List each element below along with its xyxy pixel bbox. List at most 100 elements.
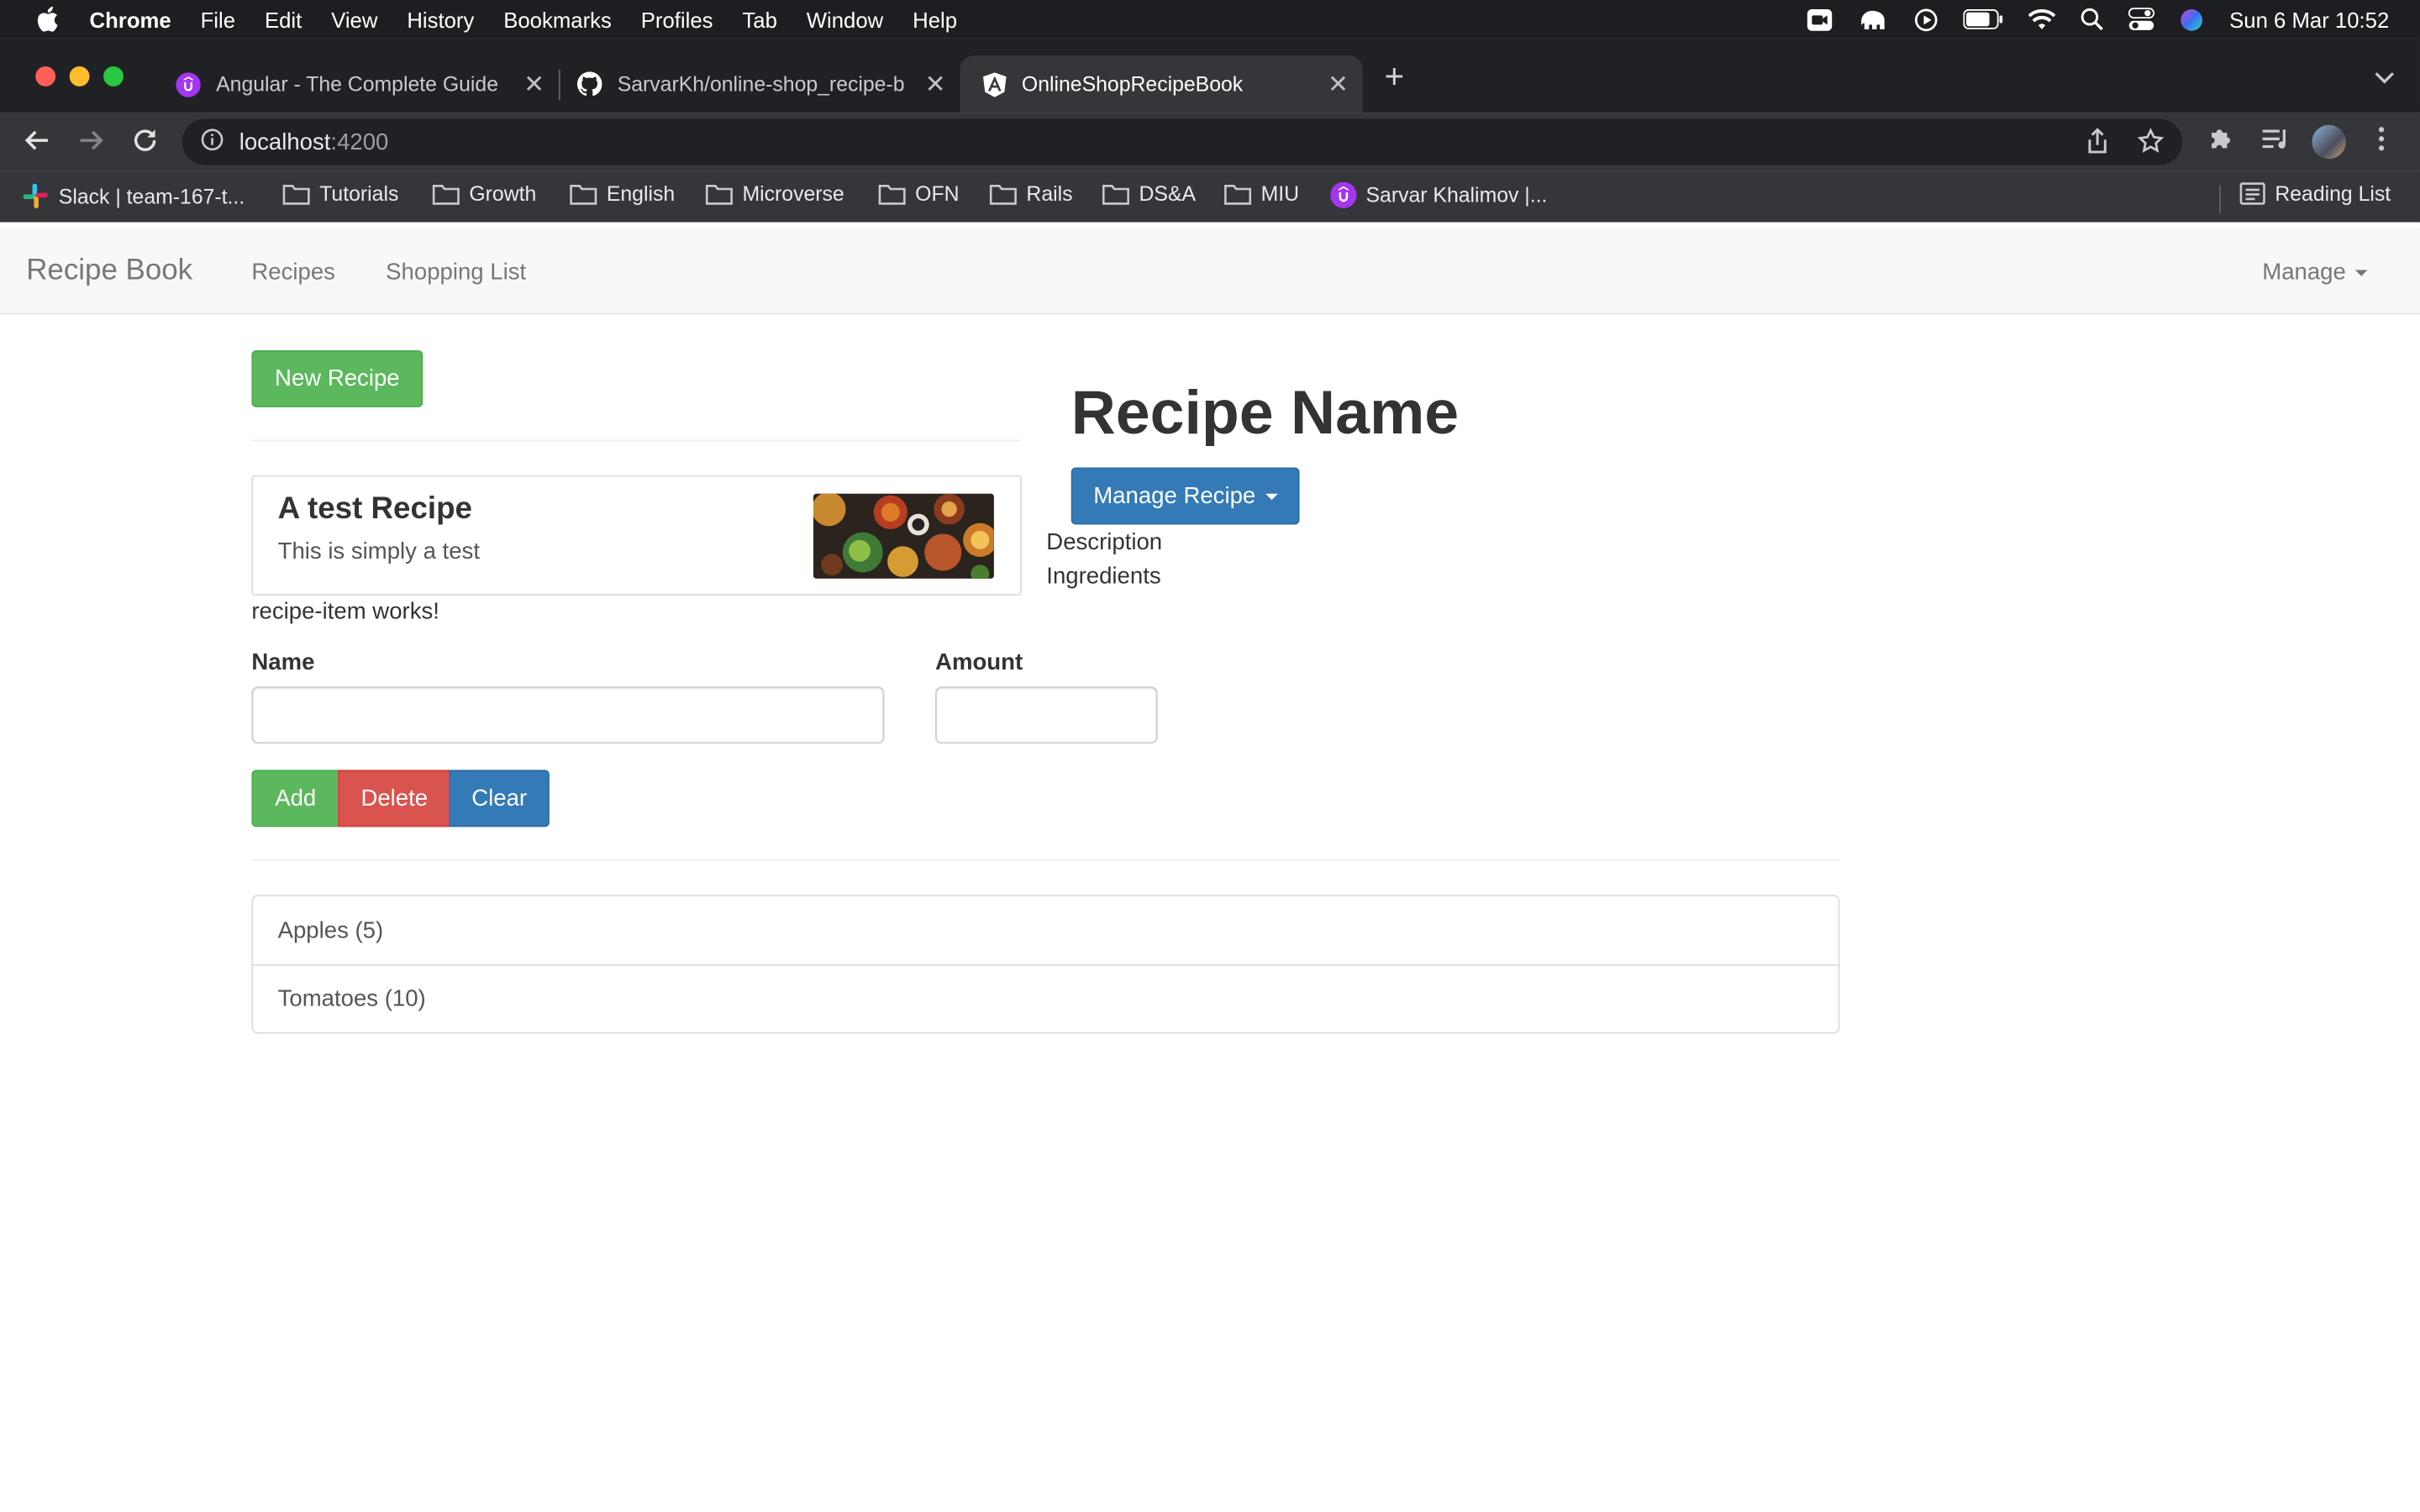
address-bar[interactable]: localhost:4200 bbox=[182, 118, 2183, 165]
recipe-thumbnail-image bbox=[813, 493, 994, 579]
url-port: :4200 bbox=[330, 129, 389, 155]
recipe-item-works-text: recipe-item works! bbox=[251, 598, 439, 625]
back-arrow-icon[interactable] bbox=[24, 127, 51, 162]
amount-label: Amount bbox=[935, 649, 1023, 676]
manage-dropdown[interactable]: Manage bbox=[2262, 260, 2368, 286]
bookmark-slack[interactable]: Slack | team-167-t... bbox=[22, 182, 245, 210]
nav-recipes[interactable]: Recipes bbox=[251, 260, 335, 286]
status-area: Sun 6 Mar 10:52 bbox=[1807, 0, 2389, 39]
close-tab-icon[interactable]: ✕ bbox=[522, 70, 546, 101]
menu-app-name[interactable]: Chrome bbox=[90, 7, 171, 31]
folder-icon bbox=[1102, 182, 1129, 206]
new-tab-plus-icon[interactable]: + bbox=[1385, 57, 1405, 97]
ingredient-name-input[interactable] bbox=[251, 686, 885, 744]
bookmarks-separator bbox=[2219, 185, 2222, 213]
new-recipe-button[interactable]: New Recipe bbox=[251, 349, 424, 407]
maximize-window-button[interactable] bbox=[103, 66, 124, 87]
minimize-window-button[interactable] bbox=[69, 66, 90, 87]
menu-view[interactable]: View bbox=[331, 7, 377, 31]
siri-icon[interactable] bbox=[2180, 7, 2204, 31]
close-tab-icon[interactable]: ✕ bbox=[1326, 70, 1350, 101]
udemy-icon bbox=[176, 71, 201, 97]
bookmark-label: MIU bbox=[1260, 181, 1300, 206]
folder-icon bbox=[282, 182, 310, 206]
brand-link[interactable]: Recipe Book bbox=[26, 255, 192, 288]
elephant-icon[interactable] bbox=[1859, 7, 1890, 31]
window-controls bbox=[35, 66, 124, 87]
extensions-puzzle-icon[interactable] bbox=[2207, 125, 2235, 160]
menu-history[interactable]: History bbox=[407, 7, 474, 31]
app-navbar: Recipe Book Recipes Shopping List Manage bbox=[0, 228, 2420, 315]
play-icon[interactable] bbox=[1914, 7, 1939, 31]
nav-shopping-list[interactable]: Shopping List bbox=[386, 260, 526, 286]
share-icon[interactable] bbox=[2085, 128, 2109, 160]
bookmark-label: Slack | team-167-t... bbox=[58, 184, 245, 208]
apple-icon[interactable] bbox=[31, 6, 62, 32]
bookmark-folder-rails[interactable]: Rails bbox=[989, 181, 1073, 206]
profile-avatar[interactable] bbox=[2312, 124, 2346, 160]
menu-tab[interactable]: Tab bbox=[742, 7, 776, 31]
tab-search-chevron-icon[interactable] bbox=[2374, 65, 2396, 92]
close-window-button[interactable] bbox=[35, 66, 56, 87]
search-icon[interactable] bbox=[2081, 8, 2105, 31]
menu-profiles[interactable]: Profiles bbox=[641, 7, 713, 31]
close-tab-icon[interactable]: ✕ bbox=[923, 70, 947, 101]
recipe-description: Description bbox=[1046, 528, 1163, 556]
bookmark-folder-growth[interactable]: Growth bbox=[432, 181, 537, 206]
kebab-menu-icon[interactable] bbox=[2377, 125, 2386, 160]
menu-window[interactable]: Window bbox=[807, 7, 883, 31]
tab-angular-guide[interactable]: Angular - The Complete Guide ✕ bbox=[155, 55, 559, 113]
menu-edit[interactable]: Edit bbox=[265, 7, 302, 31]
menu-bookmarks[interactable]: Bookmarks bbox=[503, 7, 612, 31]
bookmark-folder-microverse[interactable]: Microverse bbox=[705, 181, 844, 206]
recipe-list-item[interactable]: A test Recipe This is simply a test bbox=[251, 475, 1022, 596]
shopping-list-item[interactable]: Apples (5) bbox=[253, 896, 1838, 964]
bookmark-folder-miu[interactable]: MIU bbox=[1224, 181, 1300, 206]
bookmark-label: Growth bbox=[469, 181, 537, 206]
folder-icon bbox=[989, 182, 1017, 206]
menu-file[interactable]: File bbox=[201, 7, 235, 31]
shopping-list-item[interactable]: Tomatoes (10) bbox=[253, 963, 1839, 1032]
bookmark-folder-english[interactable]: English bbox=[570, 182, 675, 206]
tab-onlineshop-active[interactable]: OnlineShopRecipeBook ✕ bbox=[960, 55, 1363, 113]
name-label: Name bbox=[251, 649, 315, 676]
manage-recipe-dropdown-button[interactable]: Manage Recipe bbox=[1071, 467, 1300, 525]
forward-arrow-icon[interactable] bbox=[77, 127, 105, 162]
browser-toolbar: localhost:4200 bbox=[0, 113, 2420, 171]
recipe-ingredients: Ingredients bbox=[1046, 563, 1161, 590]
github-icon bbox=[576, 71, 602, 97]
bookmark-label: Rails bbox=[1026, 181, 1073, 206]
reading-list-label: Reading List bbox=[2275, 181, 2391, 206]
site-info-icon[interactable] bbox=[201, 128, 224, 157]
bookmark-sarvar-khalimov[interactable]: Sarvar Khalimov |... bbox=[1330, 181, 1547, 208]
zoom-icon[interactable] bbox=[1807, 7, 1834, 31]
battery-icon[interactable] bbox=[1964, 9, 2004, 29]
reading-list-button[interactable]: Reading List bbox=[2239, 181, 2391, 206]
reading-list-icon bbox=[2239, 182, 2265, 206]
slack-icon bbox=[22, 182, 50, 210]
folder-icon bbox=[570, 182, 597, 206]
bookmark-star-icon[interactable] bbox=[2137, 128, 2165, 160]
url-host: localhost bbox=[239, 129, 331, 155]
tab-github-repo[interactable]: SarvarKh/online-shop_recipe-b ✕ bbox=[555, 55, 960, 113]
bookmark-folder-dsa[interactable]: DS&A bbox=[1102, 181, 1197, 206]
tab-title: Angular - The Complete Guide bbox=[216, 72, 499, 96]
bookmark-label: DS&A bbox=[1139, 181, 1197, 206]
media-queue-icon[interactable] bbox=[2260, 125, 2291, 160]
control-center-icon[interactable] bbox=[2128, 8, 2155, 31]
clear-button[interactable]: Clear bbox=[449, 769, 550, 827]
bookmark-label: Microverse bbox=[742, 181, 844, 206]
clock[interactable]: Sun 6 Mar 10:52 bbox=[2229, 7, 2389, 31]
add-button[interactable]: Add bbox=[251, 769, 340, 827]
udemy-icon bbox=[1330, 181, 1357, 208]
delete-button[interactable]: Delete bbox=[338, 769, 451, 827]
recipe-detail-title: Recipe Name bbox=[1071, 379, 1460, 448]
bookmark-folder-ofn[interactable]: OFN bbox=[878, 182, 960, 205]
ingredient-amount-input[interactable] bbox=[935, 686, 1158, 744]
reload-icon[interactable] bbox=[131, 127, 159, 162]
bookmark-folder-tutorials[interactable]: Tutorials bbox=[282, 182, 398, 206]
folder-icon bbox=[432, 182, 460, 206]
wifi-icon[interactable] bbox=[2028, 8, 2057, 30]
tab-title: OnlineShopRecipeBook bbox=[1021, 72, 1244, 96]
menu-help[interactable]: Help bbox=[913, 7, 957, 31]
